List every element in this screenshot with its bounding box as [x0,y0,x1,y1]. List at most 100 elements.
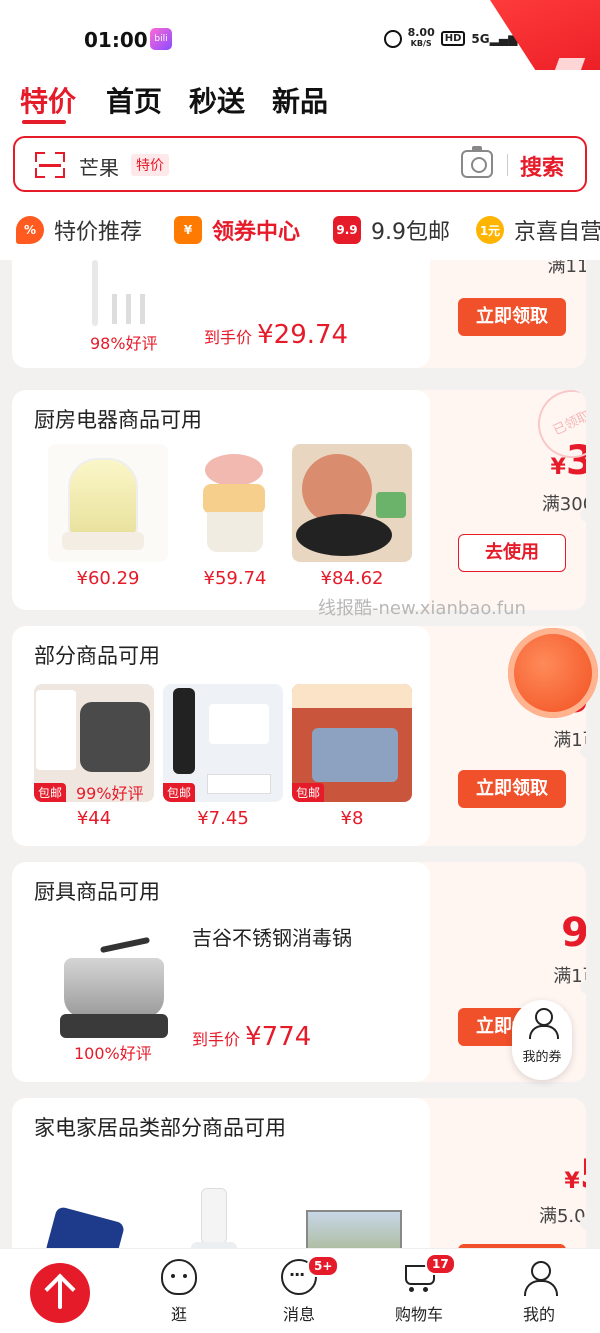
product-item[interactable] [54,928,174,1046]
user-icon [528,1008,559,1039]
product-price: ¥59.74 [203,568,267,589]
free-shipping-tag: 包邮 [163,783,196,802]
category-free-shipping[interactable]: 9.9 9.9包邮 [333,214,450,246]
steam-pot-image [54,928,174,1046]
coupon-icon: ¥ [174,216,202,244]
griddle-image [292,444,412,562]
product-rating: 98%好评 [90,334,158,353]
tab-cart[interactable]: 17 购物车 [379,1253,459,1325]
product-item[interactable]: 包邮 ¥8 [292,684,412,829]
coupon-amount: 9折 [561,910,586,956]
category-row: % 特价推荐 ¥ 领券中心 9.9 9.9包邮 1元 京喜自营 [0,198,600,260]
message-icon: 5+ [281,1255,340,1295]
coupon-condition: 满1可用 [553,730,586,751]
coupon-side: 满11可用 立即领取 [430,260,586,368]
kettle-image [48,444,168,562]
use-coupon-button[interactable]: 去使用 [458,534,566,572]
search-area: 芒果 特价 搜索 [0,132,600,198]
final-price: 到手价 ¥774 [192,1022,312,1052]
tab-browse[interactable]: 逛 [139,1259,219,1325]
product-name: 吉谷不锈钢消毒锅 [192,926,352,950]
camera-icon[interactable] [461,146,493,178]
active-tab-indicator [22,120,66,124]
coupon-condition: 满11可用 [547,260,586,277]
tab-home[interactable]: 首页 [106,80,162,120]
watermark: 线报酷-new.xianbao.fun [318,598,526,619]
tab-express[interactable]: 秒送 [189,80,245,120]
heating-pad-image: 包邮 [292,684,412,802]
tab-label: 逛 [170,1305,187,1324]
claim-button[interactable]: 立即领取 [458,770,566,808]
category-label: 京喜自营 [514,220,600,245]
coupon-card[interactable]: 厨具商品可用 100%好评 吉谷不锈钢消毒锅 到手价 ¥774 9折 满1可用 … [12,862,586,1082]
product-item[interactable]: ¥59.74 [175,444,295,589]
search-divider [507,154,508,176]
free-shipping-tag: 包邮 [292,783,325,802]
claim-button[interactable]: 立即领取 [458,298,566,336]
category-special-recommend[interactable]: % 特价推荐 [16,214,142,246]
category-coupon-center[interactable]: ¥ 领券中心 [174,214,300,246]
coupon-amount: ¥5 [564,1152,586,1198]
my-coupons-button[interactable]: 我的券 [512,1000,572,1080]
coupon-card[interactable]: 98%好评 到手价 ¥29.74 满11可用 立即领取 [12,260,586,368]
face-icon [161,1259,197,1295]
category-label: 9.9包邮 [371,220,450,245]
tab-messages[interactable]: 5+ 消息 [259,1255,340,1325]
category-label: 领券中心 [212,220,301,245]
coupon-condition: 满5.01可用 [538,1206,586,1227]
bottom-tab-bar: 逛 5+ 消息 17 购物车 我的 [0,1248,600,1333]
product-rating: 99%好评 [76,784,144,803]
free-shipping-tag: 包邮 [34,783,67,802]
tab-label: 我的 [522,1305,555,1324]
toothbrush-image [74,260,164,334]
card-title: 家电家居品类部分商品可用 [34,1116,286,1140]
tab-me[interactable]: 我的 [499,1259,579,1325]
hair-clipper-image: 包邮 [163,684,283,802]
product-item[interactable]: 包邮 ¥44 [34,684,154,829]
coupon-card[interactable]: 部分商品可用 包邮 ¥44 99%好评 包邮 ¥7.45 包邮 ¥8 满1 立即… [12,626,586,846]
coupon-condition: 满300可用 [541,494,586,515]
card-title: 厨具商品可用 [34,880,160,904]
product-rating: 100%好评 [74,1044,152,1063]
category-jingxi[interactable]: 1元 京喜自营 [476,214,600,246]
product-price: ¥44 [76,808,112,829]
one-yuan-icon: 1元 [476,216,504,244]
status-time: 01:00 [84,28,148,52]
coupon-list[interactable]: 98%好评 到手价 ¥29.74 满11可用 立即领取 厨房电器商品可用 ¥60… [0,260,600,1260]
tab-special-price[interactable]: 特价 [20,80,76,120]
coupon-side: ¥5 满5.01可用 [430,1098,586,1260]
search-bar[interactable]: 芒果 特价 搜索 [13,136,587,192]
final-price: 到手价 ¥29.74 [204,320,349,350]
signal-icon: 5G▂▄▆ [471,31,518,46]
tab-new-products[interactable]: 新品 [272,80,328,120]
floating-redpacket-badge[interactable] [508,628,598,718]
my-coupons-label: 我的券 [522,1050,562,1065]
product-item[interactable]: ¥84.62 [292,444,412,589]
search-button[interactable]: 搜索 [520,150,564,182]
card-title: 部分商品可用 [34,644,160,668]
alarm-icon [383,29,402,48]
flame-icon: % [16,216,44,244]
coupon-condition: 满1可用 [553,966,586,987]
product-price: ¥84.62 [320,568,384,589]
coupon-card[interactable]: 厨房电器商品可用 ¥60.29 ¥59.74 ¥84.62 ¥3 满30 去使用… [12,390,586,610]
tab-label: 消息 [282,1305,315,1324]
search-input[interactable]: 芒果 [79,152,119,181]
message-badge: 5+ [307,1255,340,1277]
product-price: ¥60.29 [76,568,140,589]
product-item[interactable]: ¥60.29 [48,444,168,589]
category-label: 特价推荐 [54,220,143,245]
card-title: 厨房电器商品可用 [34,408,202,432]
net-speed: 8.00 KB/S [407,26,435,48]
product-item[interactable]: 包邮 ¥7.45 [163,684,283,829]
price-tag-icon: 9.9 [333,216,361,244]
bilibili-app-icon: bili [150,28,172,50]
coupon-card[interactable]: 家电家居品类部分商品可用 ¥5 满5.01可用 [12,1098,586,1260]
scan-icon[interactable] [35,152,65,178]
hd-icon: HD [440,31,466,46]
product-item[interactable] [74,260,164,334]
product-price: ¥8 [340,808,364,829]
search-tag: 特价 [131,154,169,176]
cart-badge: 17 [425,1253,456,1275]
back-to-top-button[interactable] [30,1263,90,1323]
